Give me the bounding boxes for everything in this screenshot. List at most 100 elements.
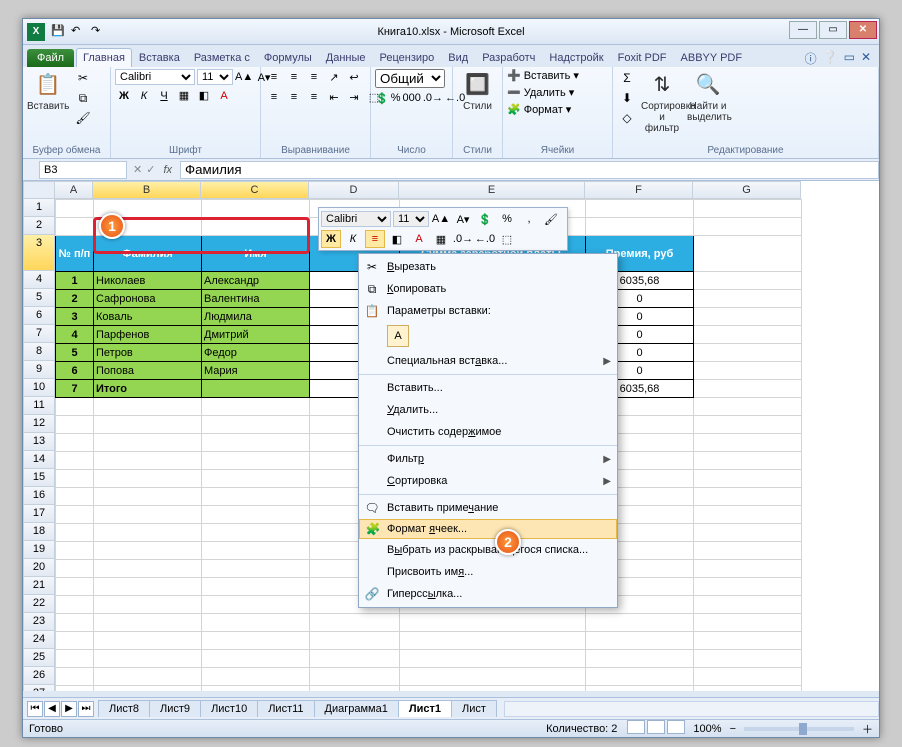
horizontal-scrollbar[interactable] bbox=[504, 701, 879, 717]
paste-button[interactable]: 📋 Вставить bbox=[27, 69, 69, 112]
wrap-text-icon[interactable]: ↩ bbox=[345, 69, 363, 85]
tab-pagelayout[interactable]: Разметка с bbox=[187, 48, 257, 67]
mini-border-icon[interactable]: ▦ bbox=[431, 230, 451, 248]
row-header-6[interactable]: 6 bbox=[23, 307, 55, 325]
cells-delete-button[interactable]: ➖Удалить▾ bbox=[507, 86, 574, 99]
cell-surname[interactable]: Итого bbox=[94, 380, 202, 398]
sort-filter-button[interactable]: ⇅ Сортировка и фильтр bbox=[641, 69, 683, 134]
cell-surname[interactable]: Сафронова bbox=[94, 290, 202, 308]
tab-nav-prev-icon[interactable]: ◀ bbox=[44, 701, 60, 717]
mini-incdec-icon[interactable]: .0→ bbox=[453, 230, 473, 248]
paste-option-all[interactable]: A bbox=[387, 325, 409, 347]
row-header-27[interactable]: 27 bbox=[23, 685, 55, 691]
cell-name[interactable]: Федор bbox=[202, 344, 310, 362]
fill-icon[interactable]: ⬇ bbox=[617, 89, 637, 107]
ctx-hyperlink[interactable]: 🔗Гиперссылка... bbox=[359, 583, 617, 605]
mini-shrink-icon[interactable]: A▾ bbox=[453, 210, 473, 228]
col-header-C[interactable]: C bbox=[201, 181, 309, 199]
row-header-18[interactable]: 18 bbox=[23, 523, 55, 541]
mini-currency-icon[interactable]: 💲 bbox=[475, 210, 495, 228]
row-header-26[interactable]: 26 bbox=[23, 667, 55, 685]
sheet-tab-Лист11[interactable]: Лист11 bbox=[257, 700, 314, 717]
row-header-17[interactable]: 17 bbox=[23, 505, 55, 523]
row-header-13[interactable]: 13 bbox=[23, 433, 55, 451]
formula-input[interactable] bbox=[180, 161, 879, 179]
sheet-tab-Лист8[interactable]: Лист8 bbox=[98, 700, 150, 717]
mini-grow-icon[interactable]: A▲ bbox=[431, 210, 451, 228]
cell-name[interactable]: Валентина bbox=[202, 290, 310, 308]
col-header-E[interactable]: E bbox=[399, 181, 585, 199]
tab-home[interactable]: Главная bbox=[76, 48, 132, 67]
mini-fill-color-icon[interactable]: ◧ bbox=[387, 230, 407, 248]
file-tab[interactable]: Файл bbox=[27, 49, 74, 67]
close-workbook-icon[interactable]: ✕ bbox=[861, 50, 871, 67]
row-header-1[interactable]: 1 bbox=[23, 199, 55, 217]
tab-formulas[interactable]: Формулы bbox=[257, 48, 319, 67]
ctx-paste-special[interactable]: Специальная вставка...▶ bbox=[359, 350, 617, 372]
tab-addins[interactable]: Надстройк bbox=[542, 48, 610, 67]
sheet-tab-Лист[interactable]: Лист bbox=[451, 700, 497, 717]
row-header-8[interactable]: 8 bbox=[23, 343, 55, 361]
ctx-clear[interactable]: Очистить содержимое bbox=[359, 421, 617, 443]
row-header-11[interactable]: 11 bbox=[23, 397, 55, 415]
header-surname[interactable]: Фамилия bbox=[94, 236, 202, 272]
mini-merge-icon[interactable]: ⬚ bbox=[497, 230, 517, 248]
indent-inc-icon[interactable]: ⇥ bbox=[345, 89, 363, 105]
ctx-format-cells[interactable]: 🧩Формат ячеек... bbox=[359, 519, 617, 539]
cell-surname[interactable]: Петров bbox=[94, 344, 202, 362]
mini-size-select[interactable]: 11 bbox=[393, 211, 429, 227]
tab-foxit[interactable]: Foxit PDF bbox=[611, 48, 674, 67]
sheet-tab-Лист10[interactable]: Лист10 bbox=[200, 700, 258, 717]
row-header-22[interactable]: 22 bbox=[23, 595, 55, 613]
row-header-3[interactable]: 3 bbox=[23, 235, 55, 271]
align-middle-icon[interactable]: ≡ bbox=[285, 69, 303, 85]
cell-n[interactable]: 5 bbox=[56, 344, 94, 362]
align-center-icon[interactable]: ≡ bbox=[285, 89, 303, 105]
zoom-in-icon[interactable]: ＋ bbox=[862, 721, 873, 737]
cell-n[interactable]: 7 bbox=[56, 380, 94, 398]
currency-icon[interactable]: 💲 bbox=[375, 92, 389, 105]
cell-n[interactable]: 6 bbox=[56, 362, 94, 380]
mini-italic-button[interactable]: К bbox=[343, 230, 363, 248]
col-header-F[interactable]: F bbox=[585, 181, 693, 199]
cell-name[interactable] bbox=[202, 380, 310, 398]
bold-button[interactable]: Ж bbox=[115, 90, 133, 102]
mini-percent-icon[interactable]: % bbox=[497, 210, 517, 228]
clear-icon[interactable]: ◇ bbox=[617, 109, 637, 127]
ctx-delete[interactable]: Удалить... bbox=[359, 399, 617, 421]
col-header-G[interactable]: G bbox=[693, 181, 801, 199]
cells-insert-button[interactable]: ➕Вставить▾ bbox=[507, 69, 579, 82]
row-header-4[interactable]: 4 bbox=[23, 271, 55, 289]
qat-redo-icon[interactable]: ↷ bbox=[91, 24, 107, 40]
ctx-copy[interactable]: ⧉Копировать bbox=[359, 278, 617, 300]
font-size-select[interactable]: 11 bbox=[197, 69, 233, 85]
mini-font-color-icon[interactable]: A bbox=[409, 230, 429, 248]
zoom-out-icon[interactable]: − bbox=[730, 723, 736, 735]
cell-name[interactable]: Мария bbox=[202, 362, 310, 380]
tab-nav-last-icon[interactable]: ⏭ bbox=[78, 701, 94, 717]
mini-bold-button[interactable]: Ж bbox=[321, 230, 341, 248]
name-box[interactable] bbox=[39, 161, 127, 179]
cell-n[interactable]: 1 bbox=[56, 272, 94, 290]
ctx-define-name[interactable]: Присвоить имя... bbox=[359, 561, 617, 583]
qat-undo-icon[interactable]: ↶ bbox=[71, 24, 87, 40]
worksheet-grid[interactable]: A B C D E F G 12345678910111213141516171… bbox=[23, 181, 879, 691]
row-header-2[interactable]: 2 bbox=[23, 217, 55, 235]
row-header-19[interactable]: 19 bbox=[23, 541, 55, 559]
mini-decdec-icon[interactable]: ←.0 bbox=[475, 230, 495, 248]
align-right-icon[interactable]: ≡ bbox=[305, 89, 323, 105]
row-header-5[interactable]: 5 bbox=[23, 289, 55, 307]
ctx-insert[interactable]: Вставить... bbox=[359, 377, 617, 399]
mini-brush-icon[interactable]: 🖌 bbox=[541, 210, 561, 228]
indent-dec-icon[interactable]: ⇤ bbox=[325, 89, 343, 105]
row-header-21[interactable]: 21 bbox=[23, 577, 55, 595]
cells-format-button[interactable]: 🧩Формат▾ bbox=[507, 103, 571, 116]
cell-surname[interactable]: Парфенов bbox=[94, 326, 202, 344]
find-select-button[interactable]: 🔍 Найти и выделить bbox=[687, 69, 729, 123]
italic-button[interactable]: К bbox=[135, 90, 153, 102]
close-button[interactable]: ✕ bbox=[849, 21, 877, 39]
border-button[interactable]: ▦ bbox=[175, 89, 193, 102]
col-header-A[interactable]: A bbox=[55, 181, 93, 199]
maximize-button[interactable]: ▭ bbox=[819, 21, 847, 39]
row-header-9[interactable]: 9 bbox=[23, 361, 55, 379]
